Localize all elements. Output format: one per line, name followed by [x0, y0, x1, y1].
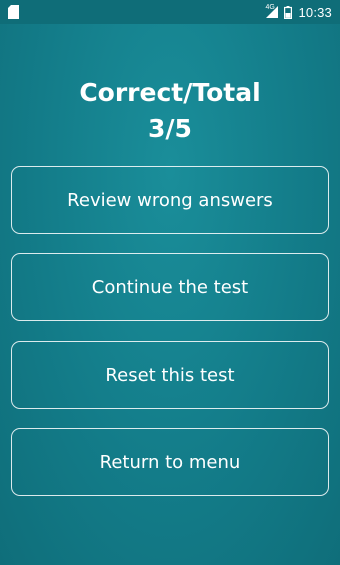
network-indicator: 4G [265, 4, 279, 18]
battery-icon [284, 5, 293, 19]
score-title: Correct/Total [79, 78, 261, 107]
status-bar: 4G 10:33 [0, 0, 340, 24]
status-right: 4G 10:33 [265, 4, 332, 20]
network-type-label: 4G [265, 4, 275, 11]
review-wrong-answers-button[interactable]: Review wrong answers [11, 166, 329, 234]
review-wrong-answers-label: Review wrong answers [67, 189, 273, 211]
score-value: 3/5 [148, 114, 192, 143]
app-screen: 4G 10:33 Correct/Total 3/5 Review wrong … [0, 0, 340, 565]
continue-test-button[interactable]: Continue the test [11, 253, 329, 321]
reset-test-label: Reset this test [105, 364, 235, 386]
continue-test-label: Continue the test [91, 276, 249, 298]
status-time: 10:33 [298, 4, 332, 20]
reset-test-button[interactable]: Reset this test [11, 341, 329, 409]
status-left [8, 5, 19, 19]
sd-card-icon [8, 5, 19, 19]
return-to-menu-button[interactable]: Return to menu [11, 428, 329, 496]
return-to-menu-label: Return to menu [99, 451, 241, 473]
